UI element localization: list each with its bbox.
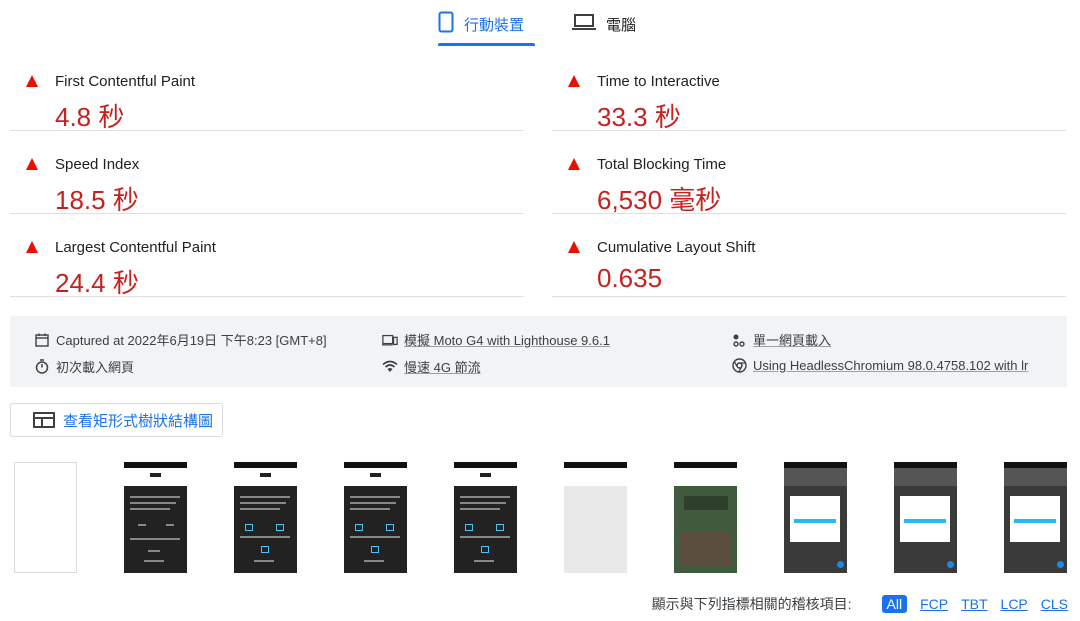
captured-at: Captured at 2022年6月19日 下午8:23 [GMT+8] [34,330,327,349]
metric-value: 24.4 秒 [55,268,139,298]
filmstrip-frame [674,462,737,573]
filmstrip-frame [14,462,77,573]
filter-label: 顯示與下列指標相關的稽核項目: [651,596,852,612]
active-tab-indicator [438,43,535,46]
initial-load: 初次載入網頁 [34,357,134,376]
screenshot-filmstrip [14,462,1080,573]
stopwatch-icon [34,359,50,375]
calendar-icon [34,332,50,348]
metric-fcp: First Contentful Paint 4.8 秒 [10,48,524,132]
tab-desktop-label: 電腦 [606,16,637,34]
filter-chip-lcp[interactable]: LCP [1001,596,1028,612]
browser-version-link[interactable]: Using HeadlessChromium 98.0.4758.102 wit… [753,358,1028,373]
filter-chip-tbt[interactable]: TBT [961,596,987,612]
metric-value: 0.635 [597,263,663,293]
single-page-load-link[interactable]: 單一網頁載入 [753,330,831,349]
tab-mobile[interactable]: 行動裝置 [438,0,524,48]
filmstrip-frame [344,462,407,573]
filmstrip-frame [234,462,297,573]
device-icon [382,332,398,348]
captured-at-text: Captured at 2022年6月19日 下午8:23 [GMT+8] [56,333,327,348]
treemap-icon [33,412,55,428]
metric-label: Time to Interactive [597,73,720,90]
metric-label: Largest Contentful Paint [55,239,216,256]
red-triangle-icon [26,158,38,170]
form-factor-tabs: 行動裝置 電腦 [0,0,1080,48]
view-treemap-button[interactable]: 查看矩形式樹狀結構圖 [10,403,223,437]
red-triangle-icon [568,75,580,87]
laptop-icon [572,13,596,35]
audit-filter-bar: 顯示與下列指標相關的稽核項目: All FCP TBT LCP CLS [652,588,1068,620]
filmstrip-frame [564,462,627,573]
metric-lcp: Largest Contentful Paint 24.4 秒 [10,214,524,298]
smartphone-icon [438,11,454,37]
metric-label: Speed Index [55,156,140,173]
chrome-icon [731,357,747,373]
metric-label: Cumulative Layout Shift [597,239,756,256]
person-dots-icon [731,332,747,348]
metric-value: 6,530 毫秒 [597,185,722,215]
filter-chip-all[interactable]: All [881,595,908,613]
red-triangle-icon [26,75,38,87]
runtime-info-panel: Captured at 2022年6月19日 下午8:23 [GMT+8] 模擬… [10,316,1067,387]
single-page-load[interactable]: 單一網頁載入 [731,330,831,349]
red-triangle-icon [26,241,38,253]
filmstrip-frame [454,462,517,573]
metric-tti: Time to Interactive 33.3 秒 [552,48,1066,132]
emulated-device[interactable]: 模擬 Moto G4 with Lighthouse 9.6.1 [382,330,610,349]
network-throttling[interactable]: 慢速 4G 節流 [382,357,481,376]
filmstrip-frame [1004,462,1067,573]
emulated-device-link[interactable]: 模擬 Moto G4 with Lighthouse 9.6.1 [404,330,610,349]
wifi-icon [382,359,398,375]
initial-load-text: 初次載入網頁 [56,360,135,375]
metric-value: 33.3 秒 [597,102,681,132]
metric-cls: Cumulative Layout Shift 0.635 [552,214,1066,297]
metric-label: First Contentful Paint [55,73,196,90]
tab-mobile-label: 行動裝置 [464,16,525,34]
filmstrip-frame [784,462,847,573]
filter-chip-fcp[interactable]: FCP [920,596,948,612]
tab-desktop[interactable]: 電腦 [572,0,636,48]
metric-value: 18.5 秒 [55,185,139,215]
filmstrip-frame [894,462,957,573]
view-treemap-label: 查看矩形式樹狀結構圖 [63,412,214,430]
network-throttling-link[interactable]: 慢速 4G 節流 [404,357,481,376]
metric-value: 4.8 秒 [55,102,125,132]
metric-tbt: Total Blocking Time 6,530 毫秒 [552,131,1066,215]
metric-si: Speed Index 18.5 秒 [10,131,524,215]
red-triangle-icon [568,241,580,253]
filmstrip-frame [124,462,187,573]
red-triangle-icon [568,158,580,170]
browser-version[interactable]: Using HeadlessChromium 98.0.4758.102 wit… [731,357,1028,373]
metric-label: Total Blocking Time [597,156,727,173]
filter-chip-cls[interactable]: CLS [1041,596,1068,612]
